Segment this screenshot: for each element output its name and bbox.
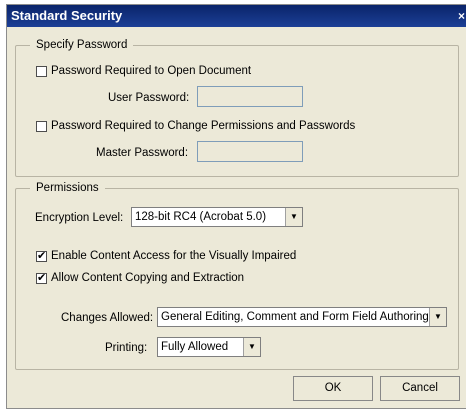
encryption-level-label: Encryption Level: [35, 212, 124, 224]
changes-allowed-label: Changes Allowed: [61, 312, 154, 324]
content-copying-label: Allow Content Copying and Extraction [51, 272, 245, 284]
master-password-label: Master Password: [96, 147, 189, 159]
checkmark-icon: ✔ [37, 272, 47, 284]
printing-label: Printing: [105, 342, 148, 354]
standard-security-dialog: Standard Security × Specify Password Pas… [6, 4, 466, 409]
change-permissions-password-label: Password Required to Change Permissions … [51, 120, 356, 132]
chevron-down-icon[interactable]: ▼ [243, 338, 260, 356]
close-icon[interactable]: × [458, 5, 466, 27]
encryption-level-value: 128-bit RC4 (Acrobat 5.0) [135, 211, 267, 223]
printing-dropdown[interactable]: Fully Allowed ▼ [157, 337, 261, 357]
chevron-down-icon[interactable]: ▼ [285, 208, 302, 226]
visually-impaired-checkbox[interactable]: ✔ [36, 251, 47, 262]
open-document-password-label: Password Required to Open Document [51, 65, 252, 77]
user-password-label: User Password: [108, 92, 190, 104]
checkmark-icon: ✔ [37, 250, 47, 262]
title-bar: Standard Security × [7, 5, 466, 27]
cancel-button[interactable]: Cancel [380, 376, 460, 401]
specify-password-heading: Specify Password [30, 38, 134, 52]
chevron-down-icon[interactable]: ▼ [429, 308, 446, 326]
changes-allowed-dropdown[interactable]: General Editing, Comment and Form Field … [157, 307, 447, 327]
open-document-password-checkbox[interactable] [36, 66, 47, 77]
content-copying-checkbox[interactable]: ✔ [36, 273, 47, 284]
visually-impaired-label: Enable Content Access for the Visually I… [51, 250, 297, 262]
change-permissions-password-checkbox[interactable] [36, 121, 47, 132]
encryption-level-dropdown[interactable]: 128-bit RC4 (Acrobat 5.0) ▼ [131, 207, 303, 227]
dialog-title: Standard Security [11, 8, 123, 23]
printing-value: Fully Allowed [161, 341, 229, 353]
ok-button[interactable]: OK [293, 376, 373, 401]
user-password-field[interactable] [197, 86, 303, 107]
changes-allowed-value: General Editing, Comment and Form Field … [161, 311, 429, 323]
permissions-heading: Permissions [30, 181, 105, 195]
master-password-field[interactable] [197, 141, 303, 162]
